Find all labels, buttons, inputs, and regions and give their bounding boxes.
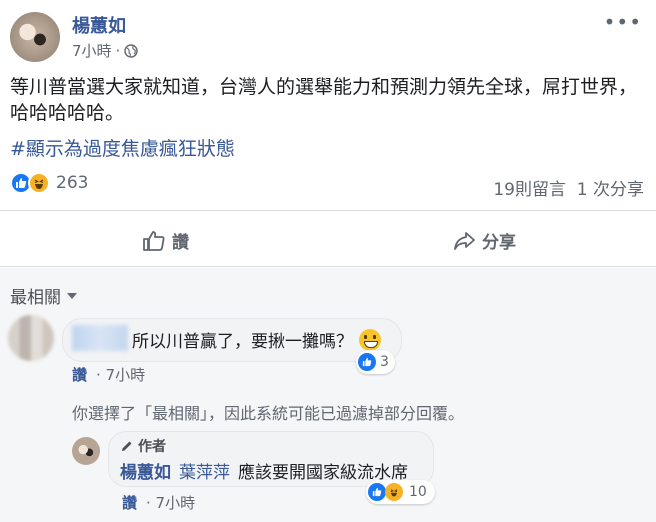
grinning-emoji-icon	[359, 328, 381, 351]
post-time[interactable]: 7小時	[72, 40, 112, 61]
post-meta: 7小時 ·	[72, 40, 139, 61]
share-button[interactable]: 分享	[452, 228, 516, 253]
divider	[0, 266, 656, 267]
reaction-count: 263	[56, 173, 89, 193]
author-avatar[interactable]	[10, 12, 60, 62]
author-badge: 作者	[120, 436, 166, 456]
divider	[0, 210, 656, 211]
comment-time[interactable]: · 7小時	[96, 364, 145, 385]
haha-reaction-icon	[28, 172, 50, 194]
like-label: 讚	[172, 233, 189, 253]
comments-shares-count[interactable]: 19則留言 1 次分享	[493, 175, 644, 200]
caret-down-icon	[67, 292, 77, 299]
like-reaction-icon	[368, 483, 386, 501]
post-text: 等川普當選大家就知道，台灣人的選舉能力和預測力領先全球，屌打世界，哈哈哈哈哈。	[10, 76, 638, 124]
hashtag-link[interactable]: #顯示為過度焦慮瘋狂狀態	[10, 134, 235, 161]
comment-body: 所以川普贏了，要揪一攤嗎？	[132, 332, 353, 352]
comment-like-link[interactable]: 讚	[72, 364, 87, 385]
like-reaction-icon	[358, 353, 376, 371]
reply-time[interactable]: · 7小時	[146, 492, 195, 513]
more-options-button[interactable]: •••	[604, 10, 642, 34]
haha-reaction-icon	[385, 483, 403, 501]
meta-separator: ·	[115, 41, 121, 60]
comment-reaction-count[interactable]: 3	[356, 350, 395, 374]
reply-reaction-count[interactable]: 10	[366, 480, 435, 504]
reaction-summary[interactable]: 263	[10, 172, 88, 194]
comment-reaction-number: 3	[380, 354, 389, 370]
thumbs-up-icon	[143, 230, 165, 251]
author-badge-label: 作者	[138, 439, 166, 455]
share-arrow-icon	[454, 231, 475, 250]
filter-notice: 你選擇了「最相關」，因此系統可能已過濾掉部分回覆。	[72, 404, 465, 423]
reply-author-avatar[interactable]	[72, 437, 100, 465]
sort-label: 最相關	[10, 288, 61, 308]
like-button[interactable]: 讚	[142, 228, 189, 253]
author-name-link[interactable]: 楊蕙如	[72, 12, 126, 38]
globe-icon	[124, 43, 139, 58]
share-label: 分享	[482, 233, 516, 253]
commenter-avatar[interactable]	[8, 315, 54, 361]
pencil-icon	[122, 441, 132, 451]
reply-reaction-number: 10	[409, 484, 427, 500]
reply-author-name[interactable]: 楊蕙如	[120, 458, 171, 483]
reply-content: 楊蕙如 葉萍萍 應該要開國家級流水席	[120, 458, 408, 483]
comment-sort-dropdown[interactable]: 最相關	[10, 283, 77, 308]
mention-link[interactable]: 葉萍萍	[179, 458, 230, 483]
reply-like-link[interactable]: 讚	[122, 492, 137, 513]
comment-text: 所以川普贏了，要揪一攤嗎？	[132, 327, 381, 352]
commenter-name-blurred[interactable]	[72, 325, 128, 351]
